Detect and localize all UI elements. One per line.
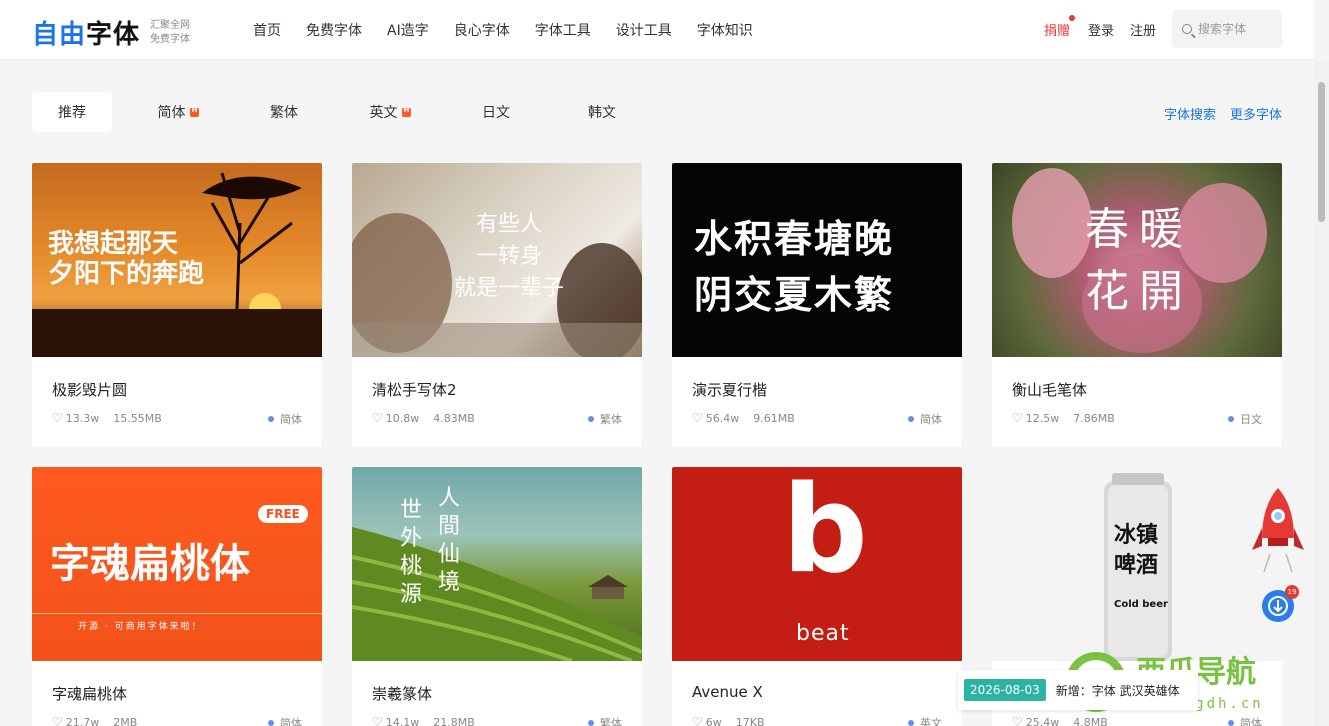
nav-good-fonts[interactable]: 良心字体: [454, 20, 510, 40]
font-name: 崇羲篆体: [372, 685, 433, 703]
nav-design-tools[interactable]: 设计工具: [616, 20, 672, 40]
tab-links: 字体搜索 更多字体: [1150, 104, 1282, 123]
bullet-icon: [268, 720, 274, 726]
font-meta: ♡ 21.7w 2MB: [52, 715, 137, 726]
bullet-icon: [588, 416, 594, 422]
tab-english[interactable]: 英文: [350, 92, 430, 132]
font-meta: ♡ 14.1w 21.8MB: [372, 715, 475, 726]
font-preview-image: 水积春塘晚 阴交夏木繁: [672, 163, 962, 357]
heart-icon: ♡: [52, 715, 63, 726]
nav-ai-font[interactable]: AI造字: [387, 20, 429, 40]
tab-traditional[interactable]: 繁体: [244, 92, 324, 132]
donate-link[interactable]: 捐赠: [1044, 14, 1075, 39]
more-fonts-link[interactable]: 更多字体: [1230, 104, 1282, 123]
page-scrollbar[interactable]: [1314, 60, 1329, 726]
logo-text-b: 字体: [86, 20, 141, 50]
font-meta: ♡ 10.8w 4.83MB: [372, 411, 475, 425]
hot-icon: [401, 106, 411, 117]
font-card[interactable]: b beat Avenue X ♡ 6w 17KB 英文: [672, 467, 962, 726]
top-header: 自由字体 汇聚全网 免费字体 首页 免费字体 AI造字 良心字体 字体工具 设计…: [0, 0, 1314, 60]
bullet-icon: [1228, 416, 1234, 422]
font-search-link[interactable]: 字体搜索: [1164, 104, 1216, 123]
notice-date: 2026-08-03: [964, 679, 1046, 701]
heart-icon: ♡: [692, 411, 703, 425]
scrollbar-thumb[interactable]: [1318, 82, 1325, 222]
font-name: 衡山毛笔体: [1012, 381, 1088, 399]
font-tag: 繁体: [588, 411, 622, 427]
font-meta: ♡ 13.3w 15.55MB: [52, 411, 162, 425]
logo-subtitle: 汇聚全网 免费字体: [150, 19, 191, 45]
heart-icon: ♡: [372, 411, 383, 425]
font-name: 字魂扁桃体: [52, 685, 128, 703]
download-float-button[interactable]: 19: [1262, 585, 1299, 622]
logo-text-a: 自由: [32, 20, 87, 50]
notice-text: 新增：字体 武汉英雄体: [1055, 683, 1180, 698]
font-meta: ♡ 6w 17KB: [692, 715, 765, 726]
font-tag: 简体: [268, 411, 302, 427]
update-notice[interactable]: 2026-08-03 新增：字体 武汉英雄体: [958, 670, 1198, 710]
heart-icon: ♡: [692, 715, 703, 726]
tab-korean[interactable]: 韩文: [562, 92, 642, 132]
font-preview-image: 世外桃源 人間仙境: [352, 467, 642, 661]
tab-japanese[interactable]: 日文: [456, 92, 536, 132]
font-preview-image: b beat: [672, 467, 962, 661]
bullet-icon: [908, 720, 914, 726]
search-box[interactable]: [1172, 10, 1282, 48]
bullet-icon: [908, 416, 914, 422]
main-nav: 首页 免费字体 AI造字 良心字体 字体工具 设计工具 字体知识: [253, 20, 778, 40]
font-card[interactable]: 我想起那天 夕阳下的奔跑 极影毁片圆 ♡ 13.3w 15.55MB 简体: [32, 163, 322, 447]
tab-recommend[interactable]: 推荐: [32, 92, 112, 132]
font-meta: ♡ 12.5w 7.86MB: [1012, 411, 1115, 425]
font-preview-image: 冰镇 啤酒 Cold beer: [992, 467, 1282, 661]
search-icon: [1182, 24, 1192, 34]
bullet-icon: [588, 720, 594, 726]
font-preview-image: FREE 字魂扁桃体 开源 · 可商用字体来啦！: [32, 467, 322, 661]
tab-simplified[interactable]: 简体: [138, 92, 218, 132]
site-logo[interactable]: 自由字体 汇聚全网 免费字体: [32, 14, 190, 51]
notify-dot: [1068, 14, 1075, 21]
header-actions: 捐赠 登录 注册: [1044, 10, 1282, 48]
font-card[interactable]: FREE 字魂扁桃体 开源 · 可商用字体来啦！ 字魂扁桃体 ♡ 21.7w 2MB…: [32, 467, 322, 726]
back-to-top-rocket-icon[interactable]: [1250, 488, 1306, 582]
font-preview-image: 春暖 花開: [992, 163, 1282, 357]
font-card[interactable]: 春暖 花開 衡山毛笔体 ♡ 12.5w 7.86MB 日文: [992, 163, 1282, 447]
font-card[interactable]: 世外桃源 人間仙境 崇羲篆体 ♡ 14.1w 21.8MB 繁体: [352, 467, 642, 726]
search-input[interactable]: [1198, 22, 1278, 36]
hot-icon: [189, 106, 199, 117]
login-link[interactable]: 登录: [1088, 20, 1114, 39]
heart-icon: ♡: [52, 411, 63, 425]
font-preview-image: 有些人 一转身 就是一辈子: [352, 163, 642, 357]
font-name: 演示夏行楷: [692, 381, 768, 399]
font-tag: 日文: [1228, 411, 1262, 427]
font-tag: 简体: [908, 411, 942, 427]
nav-font-knowledge[interactable]: 字体知识: [697, 20, 753, 40]
font-name: 极影毁片圆: [52, 381, 128, 399]
category-tabs: 推荐 简体 繁体 英文 日文 韩文: [32, 92, 668, 132]
font-card[interactable]: 有些人 一转身 就是一辈子 清松手写体2 ♡ 10.8w 4.83MB 繁体: [352, 163, 642, 447]
heart-icon: ♡: [372, 715, 383, 726]
font-preview-image: 我想起那天 夕阳下的奔跑: [32, 163, 322, 357]
heart-icon: ♡: [1012, 411, 1023, 425]
register-link[interactable]: 注册: [1130, 20, 1156, 39]
bullet-icon: [268, 416, 274, 422]
font-tag: 英文: [908, 715, 942, 726]
font-tag: 繁体: [588, 715, 622, 726]
nav-home[interactable]: 首页: [253, 20, 281, 40]
heart-icon: ♡: [1012, 715, 1023, 726]
font-name: 清松手写体2: [372, 381, 457, 399]
font-card[interactable]: 水积春塘晚 阴交夏木繁 演示夏行楷 ♡ 56.4w 9.61MB 简体: [672, 163, 962, 447]
font-name: Avenue X: [692, 683, 763, 701]
count-badge: 19: [1285, 585, 1299, 599]
nav-font-tools[interactable]: 字体工具: [535, 20, 591, 40]
nav-free-fonts[interactable]: 免费字体: [306, 20, 362, 40]
font-tag: 简体: [268, 715, 302, 726]
font-meta: ♡ 56.4w 9.61MB: [692, 411, 795, 425]
